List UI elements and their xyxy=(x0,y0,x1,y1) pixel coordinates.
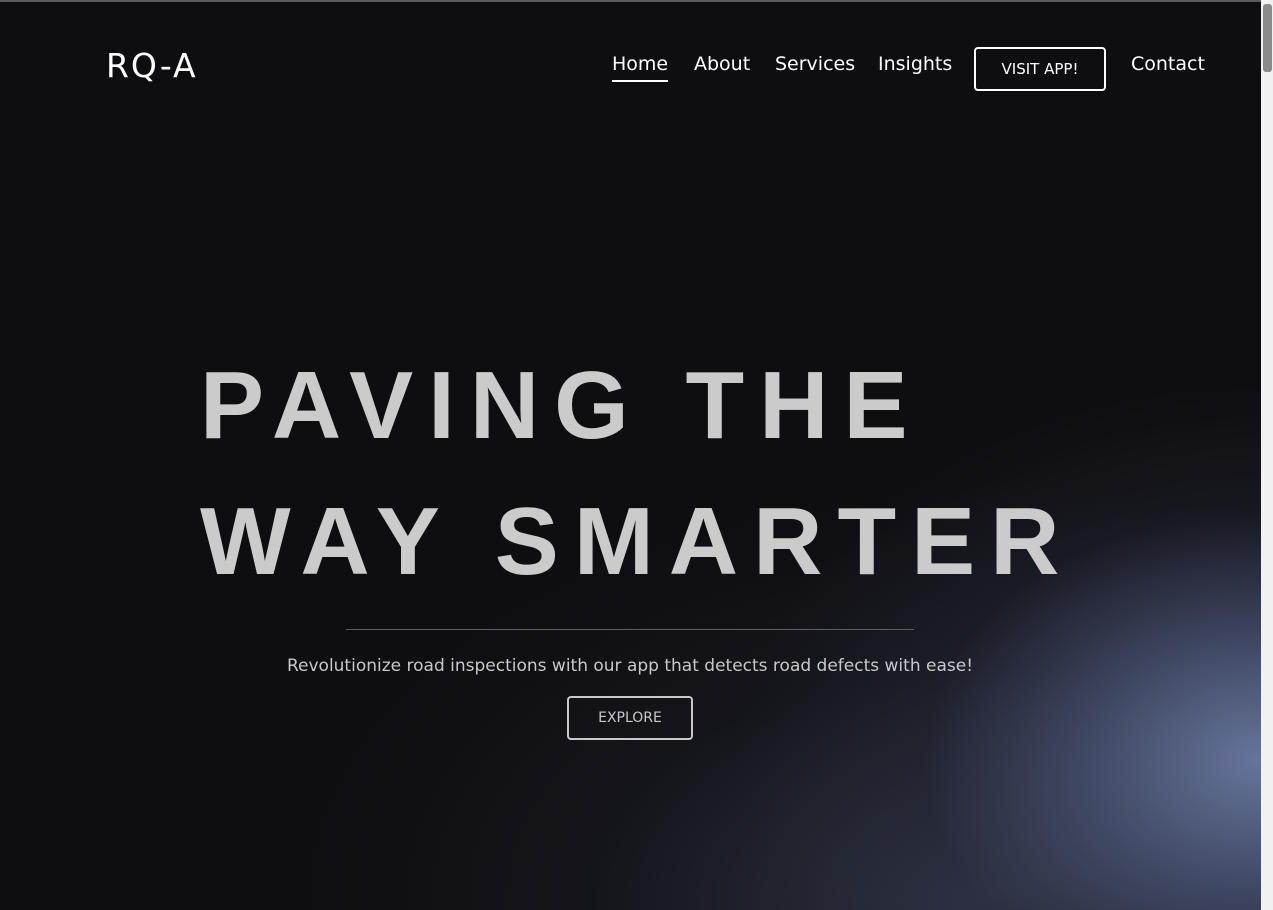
page-scrollbar[interactable] xyxy=(1261,0,1273,910)
main-nav: Home About Services Insights VISIT APP! … xyxy=(0,47,1261,91)
hero-divider xyxy=(346,629,914,630)
nav-link-services[interactable]: Services xyxy=(775,51,855,77)
hero-title-line-2: WAY SMARTER xyxy=(200,488,1075,595)
page-viewport: RQ-A Home About Services Insights VISIT … xyxy=(0,0,1261,910)
explore-button[interactable]: EXPLORE xyxy=(567,696,693,740)
scrollbar-thumb[interactable] xyxy=(1263,4,1272,72)
top-border xyxy=(0,0,1261,2)
nav-link-insights[interactable]: Insights xyxy=(878,51,952,77)
visit-app-button[interactable]: VISIT APP! xyxy=(974,47,1106,91)
nav-link-contact[interactable]: Contact xyxy=(1131,51,1205,77)
nav-link-home[interactable]: Home xyxy=(612,51,669,82)
hero-title-line-1: PAVING THE xyxy=(200,352,923,459)
hero-title: PAVING THE WAY SMARTER xyxy=(200,338,1160,610)
hero-subtitle: Revolutionize road inspections with our … xyxy=(286,656,974,676)
nav-link-about[interactable]: About xyxy=(694,51,750,77)
